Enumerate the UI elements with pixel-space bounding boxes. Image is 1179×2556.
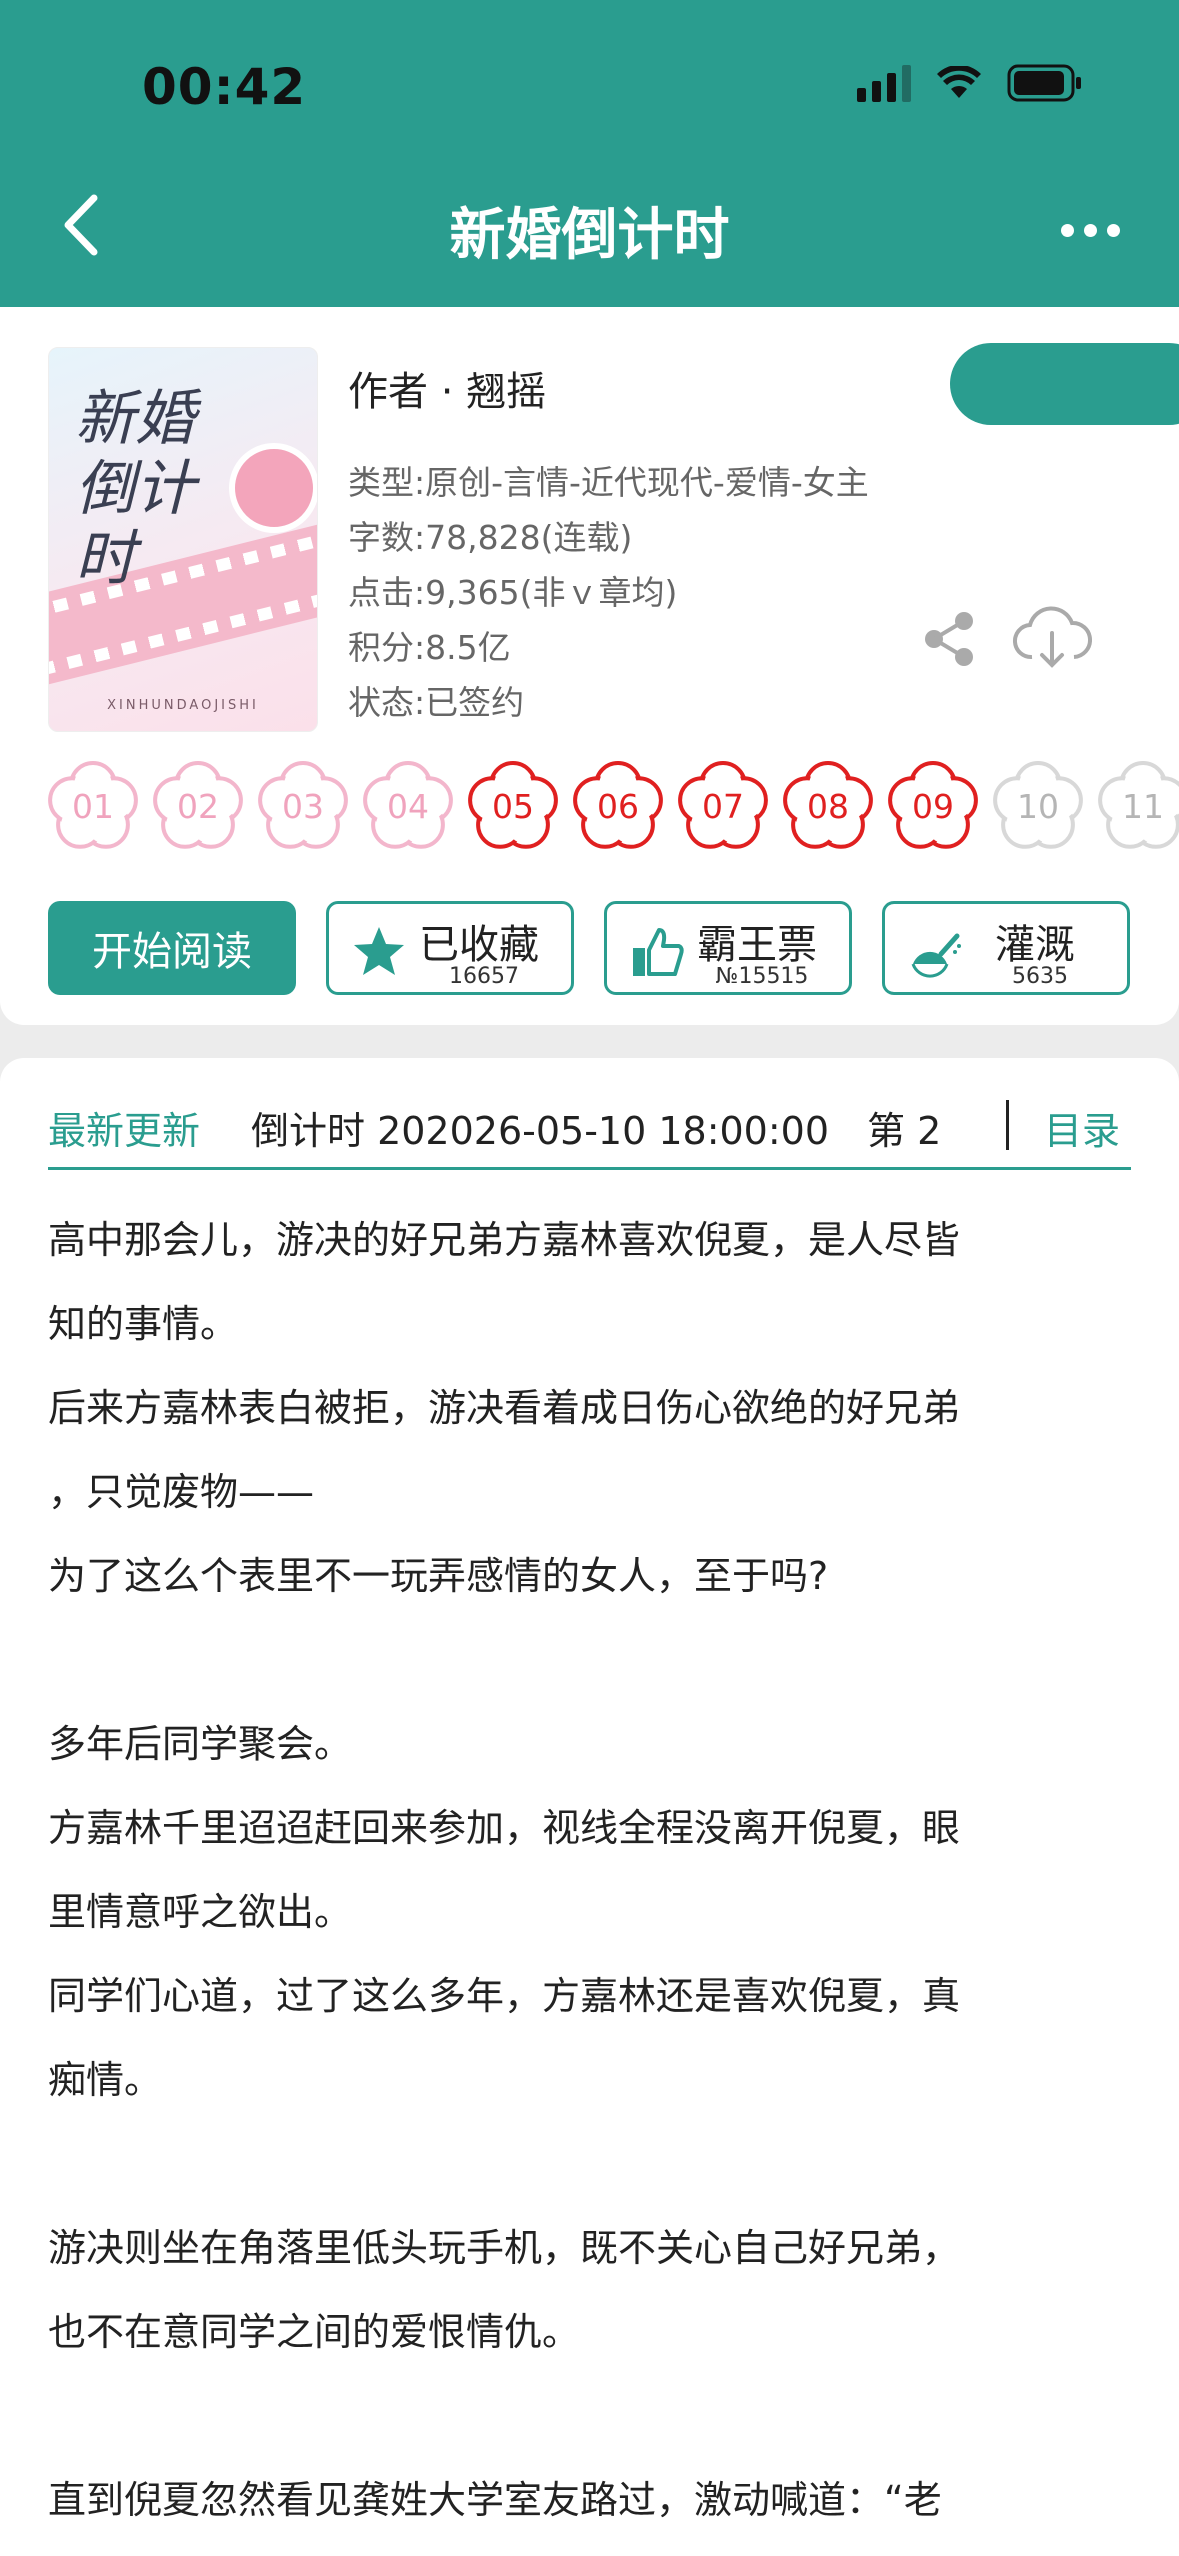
intro-line: 为了这么个表里不一玩弄感情的女人，至于吗? — [48, 1554, 829, 1598]
flower-number: 08 — [807, 787, 849, 826]
intro-line: 也不在意同学之间的爱恨情仇。 — [48, 2310, 581, 2354]
collect-button[interactable]: 已收藏 16657 — [326, 901, 574, 995]
flower-number: 07 — [702, 787, 744, 826]
book-intro: 高中那会儿，游决的好兄弟方嘉林喜欢倪夏，是人尽皆 知的事情。后来方嘉林表白被拒，游… — [48, 1198, 1138, 2556]
meta-type: 类型:原创-言情-近代现代-爱情-女主 — [348, 463, 869, 502]
flower-badge: 01 — [44, 757, 142, 857]
intro-line — [48, 1618, 1138, 1702]
meta-status: 状态:已签约 — [348, 683, 525, 722]
thumbs-up-icon — [633, 928, 684, 976]
water-label: 灌溉 — [995, 922, 1075, 968]
intro-line: 知的事情。 — [48, 1302, 239, 1346]
flower-number: 05 — [492, 787, 534, 826]
intro-line: 痴情。 — [48, 2058, 163, 2102]
flower-number: 09 — [912, 787, 954, 826]
intro-line: 多年后同学聚会。 — [48, 1722, 353, 1766]
flower-badge: 10 — [989, 757, 1087, 857]
flower-badge: 03 — [254, 757, 352, 857]
book-cover[interactable]: 新婚倒计时 XINHUNDAOJISHI — [48, 347, 318, 732]
more-button[interactable] — [1055, 210, 1125, 250]
intro-line: 后来方嘉林表白被拒，游决看着成日伤心欲绝的好兄弟 — [48, 1386, 961, 1430]
status-icons — [857, 64, 1083, 102]
intro-line: 龚!” — [48, 2542, 1138, 2556]
intro-card: 最新更新 倒计时 202026-05-10 18:00:00 第 2 目录 高中… — [0, 1058, 1179, 2556]
collect-count: 16657 — [449, 964, 519, 989]
status-time: 00:42 — [142, 58, 307, 116]
water-button[interactable]: 灌溉 5635 — [882, 901, 1130, 995]
flower-badge: 09 — [884, 757, 982, 857]
ticket-button[interactable]: 霸王票 №15515 — [604, 901, 852, 995]
water-count: 5635 — [1012, 964, 1068, 989]
toc-link[interactable]: 目录 — [1044, 1100, 1120, 1155]
ticket-label: 霸王票 — [697, 922, 817, 968]
flower-number: 04 — [387, 787, 429, 826]
more-dots-icon — [1060, 223, 1074, 237]
star-icon — [354, 927, 404, 975]
intro-line — [48, 2374, 1138, 2458]
flower-number: 03 — [282, 787, 324, 826]
share-icon[interactable] — [920, 609, 980, 669]
watering-can-icon — [911, 933, 961, 978]
flower-badge: 05 — [464, 757, 562, 857]
flower-rating-row: 01 02 03 04 05 06 07 08 09 10 11 — [44, 757, 1179, 877]
flower-number: 06 — [597, 787, 639, 826]
intro-line: 游决则坐在角落里低头玩手机，既不关心自己好兄弟， — [48, 2226, 961, 2270]
flower-badge: 11 — [1094, 757, 1179, 857]
latest-update-label: 最新更新 — [48, 1109, 201, 1153]
cover-title: 新婚倒计时 — [75, 384, 195, 594]
ticket-count: №15515 — [715, 964, 809, 989]
intro-line: 同学们心道，过了这么多年，方嘉林还是喜欢倪夏，真 — [48, 1974, 961, 2018]
intro-line: ，只觉废物—— — [48, 1470, 315, 1514]
flower-number: 02 — [177, 787, 219, 826]
flower-badge: 04 — [359, 757, 457, 857]
divider — [1006, 1100, 1009, 1150]
signal-icon — [857, 64, 911, 102]
download-cloud-icon[interactable] — [1012, 605, 1092, 675]
app-header: 00:42 新婚倒计时 — [0, 0, 1179, 307]
follow-button[interactable] — [950, 343, 1179, 425]
flower-badge: 07 — [674, 757, 772, 857]
flower-badge: 06 — [569, 757, 667, 857]
author-name[interactable]: 作者 · 翘摇 — [348, 359, 546, 417]
collect-label: 已收藏 — [419, 922, 539, 968]
flower-badge: 02 — [149, 757, 247, 857]
page-title: 新婚倒计时 — [449, 203, 730, 268]
meta-words: 字数:78,828(连载) — [348, 518, 633, 557]
latest-update-row[interactable]: 最新更新 倒计时 202026-05-10 18:00:00 第 2 目录 — [48, 1088, 1131, 1170]
intro-line — [48, 2122, 1138, 2206]
meta-score: 积分:8.5亿 — [348, 628, 511, 667]
flower-badge: 08 — [779, 757, 877, 857]
intro-line: 直到倪夏忽然看见龚姓大学室友路过，激动喊道：“老 — [48, 2478, 942, 2522]
flower-number: 01 — [72, 787, 114, 826]
cover-footer: XINHUNDAOJISHI — [107, 698, 259, 713]
cover-film-reel — [229, 443, 317, 533]
latest-update-text[interactable]: 倒计时 202026-05-10 18:00:00 第 2 — [251, 1100, 1011, 1155]
intro-line: 方嘉林千里迢迢赶回来参加，视线全程没离开倪夏，眼 — [48, 1806, 961, 1850]
start-reading-button[interactable]: 开始阅读 — [48, 901, 296, 995]
book-info-card: 新婚倒计时 XINHUNDAOJISHI 作者 · 翘摇 类型:原创-言情-近代… — [0, 307, 1179, 1025]
intro-line: 高中那会儿，游决的好兄弟方嘉林喜欢倪夏，是人尽皆 — [48, 1218, 961, 1262]
intro-line: 里情意呼之欲出。 — [48, 1890, 353, 1934]
flower-number: 11 — [1122, 787, 1164, 826]
meta-clicks: 点击:9,365(非ｖ章均) — [348, 573, 678, 612]
battery-icon — [1007, 64, 1083, 102]
flower-number: 10 — [1017, 787, 1059, 826]
wifi-icon — [937, 66, 981, 100]
book-meta: 类型:原创-言情-近代现代-爱情-女主 字数:78,828(连载) 点击:9,3… — [348, 455, 869, 730]
